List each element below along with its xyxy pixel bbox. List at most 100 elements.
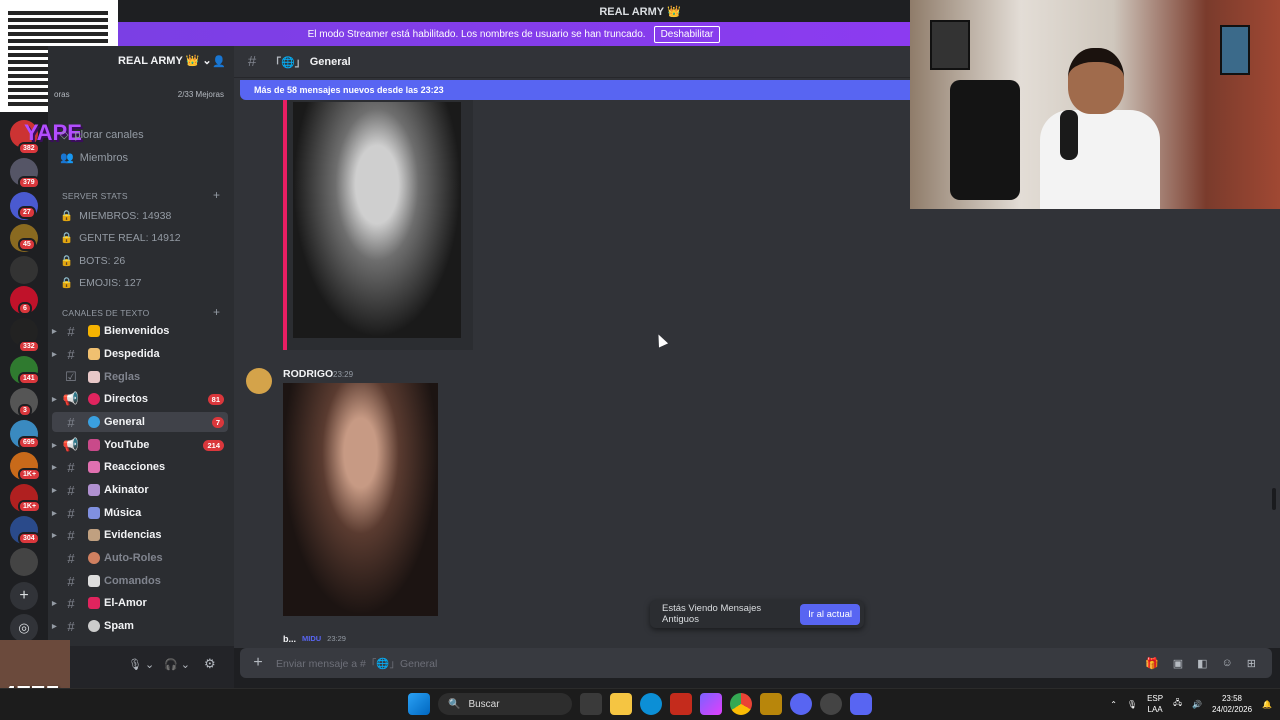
stat-channel[interactable]: 🔒 MIEMBROS: 14938: [60, 209, 171, 223]
server-name: REAL ARMY 👑: [118, 55, 200, 67]
avatar[interactable]: [246, 368, 272, 394]
channel-bienvenidos[interactable]: ▶ # Bienvenidos: [52, 321, 228, 341]
speech-bubble-icon: [88, 620, 100, 632]
channel-despedida[interactable]: ▶ # Despedida: [52, 344, 228, 364]
channel-reglas[interactable]: ☑ Reglas: [52, 367, 228, 387]
message-author[interactable]: b...: [283, 634, 296, 644]
stat-channel[interactable]: 🔒 GENTE REAL: 14912: [60, 231, 181, 245]
channel-name: Reacciones: [104, 461, 166, 473]
channel-auto-roles[interactable]: # Auto-Roles: [52, 548, 228, 568]
language-indicator[interactable]: ESP LAA: [1147, 693, 1163, 715]
message-author[interactable]: RODRIGO: [283, 368, 333, 380]
edge-browser-icon[interactable]: [640, 693, 662, 715]
gif-icon[interactable]: ▣: [1173, 657, 1183, 670]
add-server-icon[interactable]: +: [10, 582, 38, 610]
file-explorer-icon[interactable]: [610, 693, 632, 715]
composer-placeholder[interactable]: Enviar mensaje a #「🌐」General: [276, 656, 437, 671]
unread-arrow-icon: ▶: [52, 396, 57, 403]
add-channel-icon[interactable]: +: [213, 305, 220, 319]
search-icon: 🔍: [448, 698, 461, 710]
server-boosts[interactable]: oras 2/33 Mejoras: [54, 90, 224, 99]
server-name-header[interactable]: REAL ARMY 👑 ⌄: [118, 54, 212, 67]
channel-emoji-icon: [88, 507, 100, 519]
channel-musica[interactable]: ▶ # Música: [52, 503, 228, 523]
server-icon[interactable]: [10, 548, 38, 576]
scrollbar-thumb[interactable]: [1272, 488, 1276, 510]
discover-icon[interactable]: ◎: [10, 614, 38, 642]
channel-name: Comandos: [104, 575, 161, 587]
app-icon[interactable]: [670, 693, 692, 715]
hash-icon: #: [67, 573, 75, 589]
heart-icon: [88, 597, 100, 609]
app-icon[interactable]: [760, 693, 782, 715]
chrome-icon[interactable]: [730, 693, 752, 715]
disable-streamer-button[interactable]: Deshabilitar: [653, 25, 721, 43]
stat-label: GENTE REAL: 14912: [79, 231, 181, 244]
settings-gear-icon[interactable]: ⚙: [204, 656, 216, 672]
attach-plus-icon[interactable]: +: [240, 654, 276, 672]
chevron-up-icon[interactable]: ⌃: [1110, 700, 1117, 709]
hash-icon: #: [67, 505, 75, 521]
channel-emoji-icon: [88, 461, 100, 473]
members-icon: 👥: [60, 152, 74, 164]
microphone-icon[interactable]: 🎙 ⌄: [128, 658, 154, 671]
task-view-icon[interactable]: [580, 693, 602, 715]
new-messages-bar[interactable]: Más de 58 mensajes nuevos desde las 23:2…: [240, 80, 910, 100]
volume-icon[interactable]: 🔊: [1192, 700, 1202, 709]
emoji-icon[interactable]: ☺: [1222, 657, 1233, 670]
channel-comandos[interactable]: # Comandos: [52, 571, 228, 591]
server-icon[interactable]: [10, 256, 38, 284]
category-text-channels[interactable]: CANALES DE TEXTO: [62, 308, 149, 318]
channel-directos[interactable]: ▶ 📢 Directos 81: [52, 389, 228, 409]
message-composer[interactable]: + Enviar mensaje a #「🌐」General 🎁 ▣ ◧ ☺ ⊞: [240, 648, 1272, 678]
mention-badge: 81: [207, 393, 224, 405]
apps-icon[interactable]: ⊞: [1247, 657, 1256, 670]
discord-icon[interactable]: [850, 693, 872, 715]
hash-icon: #: [67, 527, 75, 543]
stat-channel[interactable]: 🔒 EMOJIS: 127: [60, 276, 142, 290]
microphone-icon[interactable]: 🎙: [1127, 700, 1137, 709]
server-list[interactable]: 382 379 27 45 6 332 141 3 695 1K+ 1K+ 30…: [0, 110, 48, 690]
browse-channels[interactable]: ◇ plorar canales: [60, 128, 144, 142]
user-panel: 🎙 ⌄ 🎧 ⌄ ⚙: [48, 646, 234, 688]
channel-reacciones[interactable]: ▶ # Reacciones: [52, 457, 228, 477]
lang-top: ESP: [1147, 694, 1164, 703]
channel-youtube[interactable]: ▶ 📢 YouTube 214: [52, 435, 228, 455]
notifications-icon[interactable]: 🔔: [1262, 700, 1272, 709]
channel-akinator[interactable]: ▶ # Akinator: [52, 480, 228, 500]
channel-general[interactable]: # General 7: [52, 412, 228, 432]
clock[interactable]: 23:58 24/02/2026: [1212, 693, 1252, 715]
gift-icon[interactable]: 🎁: [1145, 657, 1159, 670]
taskbar-search[interactable]: 🔍 Buscar: [438, 693, 572, 715]
channel-el-amor[interactable]: ▶ # El-Amor: [52, 593, 228, 613]
headphones-icon[interactable]: 🎧 ⌄: [164, 658, 190, 671]
megaphone-icon: 📢: [62, 391, 80, 406]
server-badge: 695: [18, 436, 40, 449]
server-badge: 332: [18, 340, 40, 353]
hash-icon: #: [67, 414, 75, 430]
attached-image[interactable]: [283, 383, 438, 616]
sticker-icon[interactable]: ◧: [1197, 657, 1207, 670]
channel-emoji-icon: [88, 393, 100, 405]
add-channel-icon[interactable]: +: [213, 188, 220, 202]
windows-start-icon[interactable]: [408, 693, 430, 715]
members-link[interactable]: 👥 Miembros: [60, 151, 128, 165]
jump-to-present-button[interactable]: Ir al actual: [800, 603, 860, 625]
app-icon[interactable]: [820, 693, 842, 715]
channel-spam[interactable]: ▶ # Spam: [52, 616, 228, 636]
hash-icon: #: [67, 550, 75, 566]
channel-evidencias[interactable]: ▶ # Evidencias: [52, 525, 228, 545]
stat-channel[interactable]: 🔒 BOTS: 26: [60, 254, 125, 268]
category-server-stats[interactable]: SERVER STATS: [62, 191, 128, 201]
app-icon[interactable]: [790, 693, 812, 715]
invite-user-icon[interactable]: 👤: [212, 55, 226, 68]
unread-arrow-icon: ▶: [52, 487, 57, 494]
server-badge: 27: [18, 206, 36, 219]
embedded-video-thumbnail[interactable]: [293, 102, 461, 338]
old-messages-notice: Estás Viendo Mensajes Antiguos Ir al act…: [650, 600, 864, 628]
copilot-icon[interactable]: [700, 693, 722, 715]
network-icon[interactable]: 🖧: [1173, 697, 1182, 711]
clock-date: 24/02/2026: [1211, 705, 1253, 714]
hash-icon: #: [67, 482, 75, 498]
hash-icon: #: [67, 346, 75, 362]
